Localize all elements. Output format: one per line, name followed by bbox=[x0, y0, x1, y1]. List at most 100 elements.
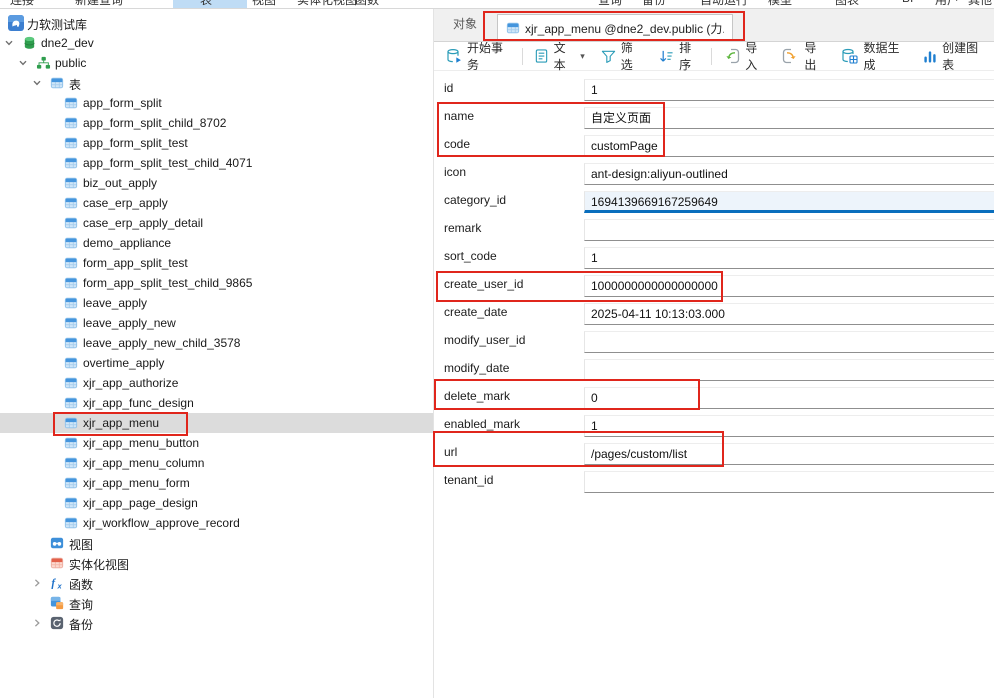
tab-objects[interactable]: 对象 bbox=[453, 15, 477, 32]
tree-item-备份[interactable]: 备份 bbox=[0, 613, 433, 633]
main-toolbar-item-函数[interactable]: 函数 bbox=[355, 0, 379, 8]
tree-item-label: 表 bbox=[69, 76, 81, 93]
query-icon bbox=[50, 596, 66, 611]
tree-item-实体化视图[interactable]: 实体化视图 bbox=[0, 553, 433, 573]
main-toolbar-item-自动运行[interactable]: 自动运行 bbox=[700, 0, 748, 8]
tree-item-xjr_app_menu[interactable]: xjr_app_menu bbox=[0, 413, 433, 433]
main-toolbar-item-表[interactable]: 表 bbox=[200, 0, 212, 8]
field-value-icon[interactable]: ant-design:aliyun-outlined bbox=[584, 163, 994, 185]
field-value-delete_mark[interactable]: 0 bbox=[584, 387, 994, 409]
field-name-create_date: create_date bbox=[444, 305, 507, 319]
tree-item-xjr_app_authorize[interactable]: xjr_app_authorize bbox=[0, 373, 433, 393]
field-row-delete_mark: delete_mark0 bbox=[434, 382, 994, 410]
chevron-down-icon[interactable] bbox=[32, 78, 42, 88]
tree-item-label: leave_apply_new_child_3578 bbox=[83, 336, 240, 350]
field-value-tenant_id[interactable] bbox=[584, 471, 994, 493]
chevron-down-icon[interactable]: ▾ bbox=[580, 51, 585, 62]
tree-item-public[interactable]: public bbox=[0, 53, 433, 73]
tree-item-leave_apply[interactable]: leave_apply bbox=[0, 293, 433, 313]
table-icon bbox=[64, 396, 80, 411]
tree-item-视图[interactable]: 视图 bbox=[0, 533, 433, 553]
toolbar-button-begin-transaction[interactable]: 开始事务 bbox=[438, 44, 519, 68]
field-value-name[interactable]: 自定义页面 bbox=[584, 107, 994, 129]
tab-xjr-app-menu[interactable]: xjr_app_menu @dne2_dev.public (力... bbox=[497, 14, 733, 41]
field-name-modify_date: modify_date bbox=[444, 361, 509, 375]
tree-item-xjr_workflow_approve_record[interactable]: xjr_workflow_approve_record bbox=[0, 513, 433, 533]
main-toolbar-item-BI[interactable]: BI bbox=[902, 0, 913, 5]
tree-item-demo_appliance[interactable]: demo_appliance bbox=[0, 233, 433, 253]
tree-item-leave_apply_new[interactable]: leave_apply_new bbox=[0, 313, 433, 333]
tree-item-label: overtime_apply bbox=[83, 356, 164, 370]
tree-item-label: xjr_app_menu_form bbox=[83, 476, 190, 490]
toolbar-button-filter[interactable]: 筛选 bbox=[593, 44, 650, 68]
tree-item-leave_apply_new_child_3578[interactable]: leave_apply_new_child_3578 bbox=[0, 333, 433, 353]
toolbar-button-export[interactable]: 导出 bbox=[774, 44, 833, 68]
main-toolbar-item-备份[interactable]: 备份 bbox=[642, 0, 666, 8]
field-value-create_date[interactable]: 2025-04-11 10:13:03.000 bbox=[584, 303, 994, 325]
main-toolbar-item-用户[interactable]: 用户 bbox=[935, 0, 959, 8]
tree-item-app_form_split_child_8702[interactable]: app_form_split_child_8702 bbox=[0, 113, 433, 133]
toolbar-button-create-chart[interactable]: 创建图表 bbox=[915, 44, 994, 68]
toolbar-button-label: 排序 bbox=[679, 39, 700, 73]
toolbar-button-text-doc[interactable]: 文本▾ bbox=[526, 44, 593, 68]
chevron-right-icon[interactable] bbox=[32, 578, 42, 588]
tree-item-表[interactable]: 表 bbox=[0, 73, 433, 93]
toolbar-separator bbox=[711, 48, 712, 65]
toolbar-button-import[interactable]: 导入 bbox=[715, 44, 774, 68]
tree-item-overtime_apply[interactable]: overtime_apply bbox=[0, 353, 433, 373]
tree-item-app_form_split_test_child_4071[interactable]: app_form_split_test_child_4071 bbox=[0, 153, 433, 173]
main-toolbar-item-连接[interactable]: 连接 bbox=[10, 0, 34, 8]
filter-icon bbox=[601, 49, 616, 64]
tree-item-label: xjr_app_page_design bbox=[83, 496, 198, 510]
toolbar-button-label: 数据生成 bbox=[863, 39, 907, 73]
toolbar-button-data-generate[interactable]: 数据生成 bbox=[833, 44, 915, 68]
field-name-enabled_mark: enabled_mark bbox=[444, 417, 520, 431]
main-toolbar-item-新建查询[interactable]: 新建查询 bbox=[75, 0, 123, 8]
tree-item-函数[interactable]: fx函数 bbox=[0, 573, 433, 593]
field-value-remark[interactable] bbox=[584, 219, 994, 241]
tree-item-app_form_split_test[interactable]: app_form_split_test bbox=[0, 133, 433, 153]
tree-item-查询[interactable]: 查询 bbox=[0, 593, 433, 613]
main-toolbar-item-图表[interactable]: 图表 bbox=[835, 0, 859, 8]
main-toolbar-item-查询[interactable]: 查询 bbox=[598, 0, 622, 8]
tree-item-label: 备份 bbox=[69, 616, 93, 633]
chevron-right-icon[interactable] bbox=[32, 618, 42, 628]
tree-item-form_app_split_test[interactable]: form_app_split_test bbox=[0, 253, 433, 273]
tree-item-case_erp_apply[interactable]: case_erp_apply bbox=[0, 193, 433, 213]
tree-item-case_erp_apply_detail[interactable]: case_erp_apply_detail bbox=[0, 213, 433, 233]
toolbar-button-sort[interactable]: 排序 bbox=[650, 44, 708, 68]
main-toolbar-item-模型[interactable]: 模型 bbox=[768, 0, 792, 8]
tree-item-form_app_split_test_child_9865[interactable]: form_app_split_test_child_9865 bbox=[0, 273, 433, 293]
main-toolbar-item-视图[interactable]: 视图 bbox=[252, 0, 276, 8]
field-row-create_date: create_date 2025-04-11 10:13:03.000 bbox=[434, 298, 994, 326]
field-value-code[interactable]: customPage bbox=[584, 135, 994, 157]
tree-item-xjr_app_menu_form[interactable]: xjr_app_menu_form bbox=[0, 473, 433, 493]
field-value-category_id[interactable]: 1694139669167259649 bbox=[584, 191, 994, 213]
field-value-create_user_id[interactable]: 1000000000000000000 bbox=[584, 275, 994, 297]
field-row-remark: remark bbox=[434, 214, 994, 242]
field-value-enabled_mark[interactable]: 1 bbox=[584, 415, 994, 437]
field-value-modify_user_id[interactable] bbox=[584, 331, 994, 353]
main-toolbar-item-实体化视图[interactable]: 实体化视图 bbox=[297, 0, 357, 8]
table-icon bbox=[64, 276, 80, 291]
tree-item-label: 函数 bbox=[69, 576, 93, 593]
chevron-down-icon[interactable] bbox=[4, 38, 14, 48]
field-value-modify_date[interactable] bbox=[584, 359, 994, 381]
field-value-sort_code[interactable]: 1 bbox=[584, 247, 994, 269]
main-toolbar-item-其他[interactable]: 其他 bbox=[968, 0, 992, 8]
field-row-create_user_id: create_user_id1000000000000000000 bbox=[434, 270, 994, 298]
tree-item-biz_out_apply[interactable]: biz_out_apply bbox=[0, 173, 433, 193]
field-value-url[interactable]: /pages/custom/list bbox=[584, 443, 994, 465]
tree-item-dne2_dev[interactable]: dne2_dev bbox=[0, 33, 433, 53]
tree-item-xjr_app_menu_button[interactable]: xjr_app_menu_button bbox=[0, 433, 433, 453]
tree-item-label: xjr_workflow_approve_record bbox=[83, 516, 240, 530]
tree-item-app_form_split[interactable]: app_form_split bbox=[0, 93, 433, 113]
field-value-id[interactable]: 1 bbox=[584, 79, 994, 101]
tree-item-label: form_app_split_test bbox=[83, 256, 188, 270]
tree-item-label: 实体化视图 bbox=[69, 556, 129, 573]
chevron-down-icon[interactable] bbox=[18, 58, 28, 68]
tree-item-力软测试库[interactable]: 力软测试库 bbox=[0, 13, 433, 33]
tree-item-xjr_app_func_design[interactable]: xjr_app_func_design bbox=[0, 393, 433, 413]
tree-item-xjr_app_menu_column[interactable]: xjr_app_menu_column bbox=[0, 453, 433, 473]
tree-item-xjr_app_page_design[interactable]: xjr_app_page_design bbox=[0, 493, 433, 513]
